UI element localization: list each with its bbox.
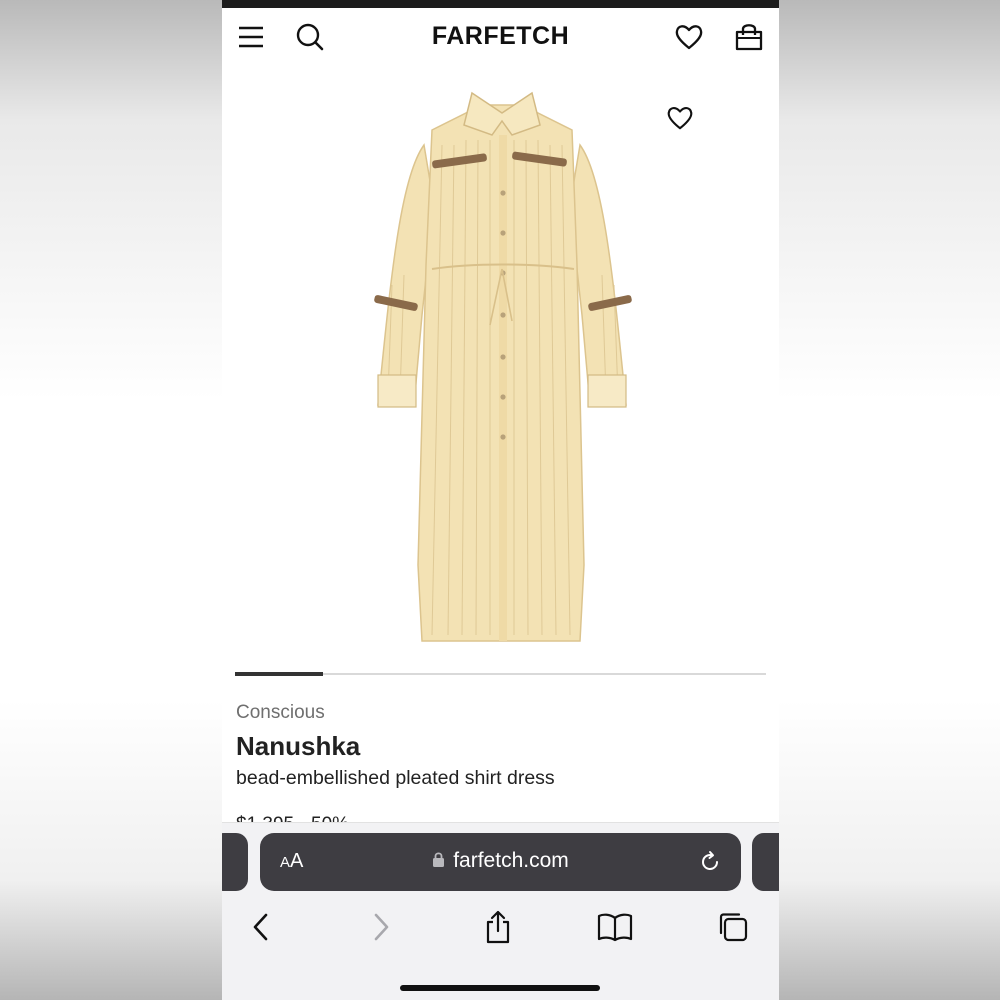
back-button[interactable] [239,907,283,947]
back-icon [253,913,268,941]
shopping-bag-icon [735,24,763,51]
next-tab-preview[interactable] [752,833,779,891]
browser-chrome: AA farfetch.com [222,822,779,1000]
add-to-wishlist-button[interactable] [662,100,698,136]
lock-icon [433,852,445,867]
sustainability-badge: Conscious [236,702,325,723]
bookmarks-button[interactable] [593,907,637,947]
top-navigation: FARFETCH [222,8,779,68]
heart-outline-icon [667,107,693,130]
price-peek: $1,395 · 50% [236,812,349,822]
home-indicator[interactable] [400,985,600,991]
product-brand[interactable]: Nanushka [236,731,360,762]
product-name: bead-embellished pleated shirt dress [236,767,555,789]
previous-tab-preview[interactable] [222,833,248,891]
status-bar [222,0,779,8]
wishlist-button[interactable] [672,20,706,54]
product-image[interactable] [362,85,642,650]
address-bar[interactable]: AA farfetch.com [260,833,741,891]
phone-screen: FARFETCH Conscious Nanushka bead-embelli… [222,0,779,1000]
url-display[interactable]: farfetch.com [260,849,741,873]
carousel-progress [235,672,324,676]
share-icon [486,910,510,944]
forward-icon [374,913,389,941]
tabs-icon [719,913,748,942]
heart-icon [675,25,703,50]
forward-button[interactable] [359,907,403,947]
bag-button[interactable] [732,20,766,54]
share-button[interactable] [476,907,520,947]
reload-icon [702,851,718,870]
reload-button[interactable] [695,847,725,877]
bookmarks-icon [597,913,633,942]
tabs-button[interactable] [711,907,755,947]
image-carousel-indicator [235,672,766,676]
